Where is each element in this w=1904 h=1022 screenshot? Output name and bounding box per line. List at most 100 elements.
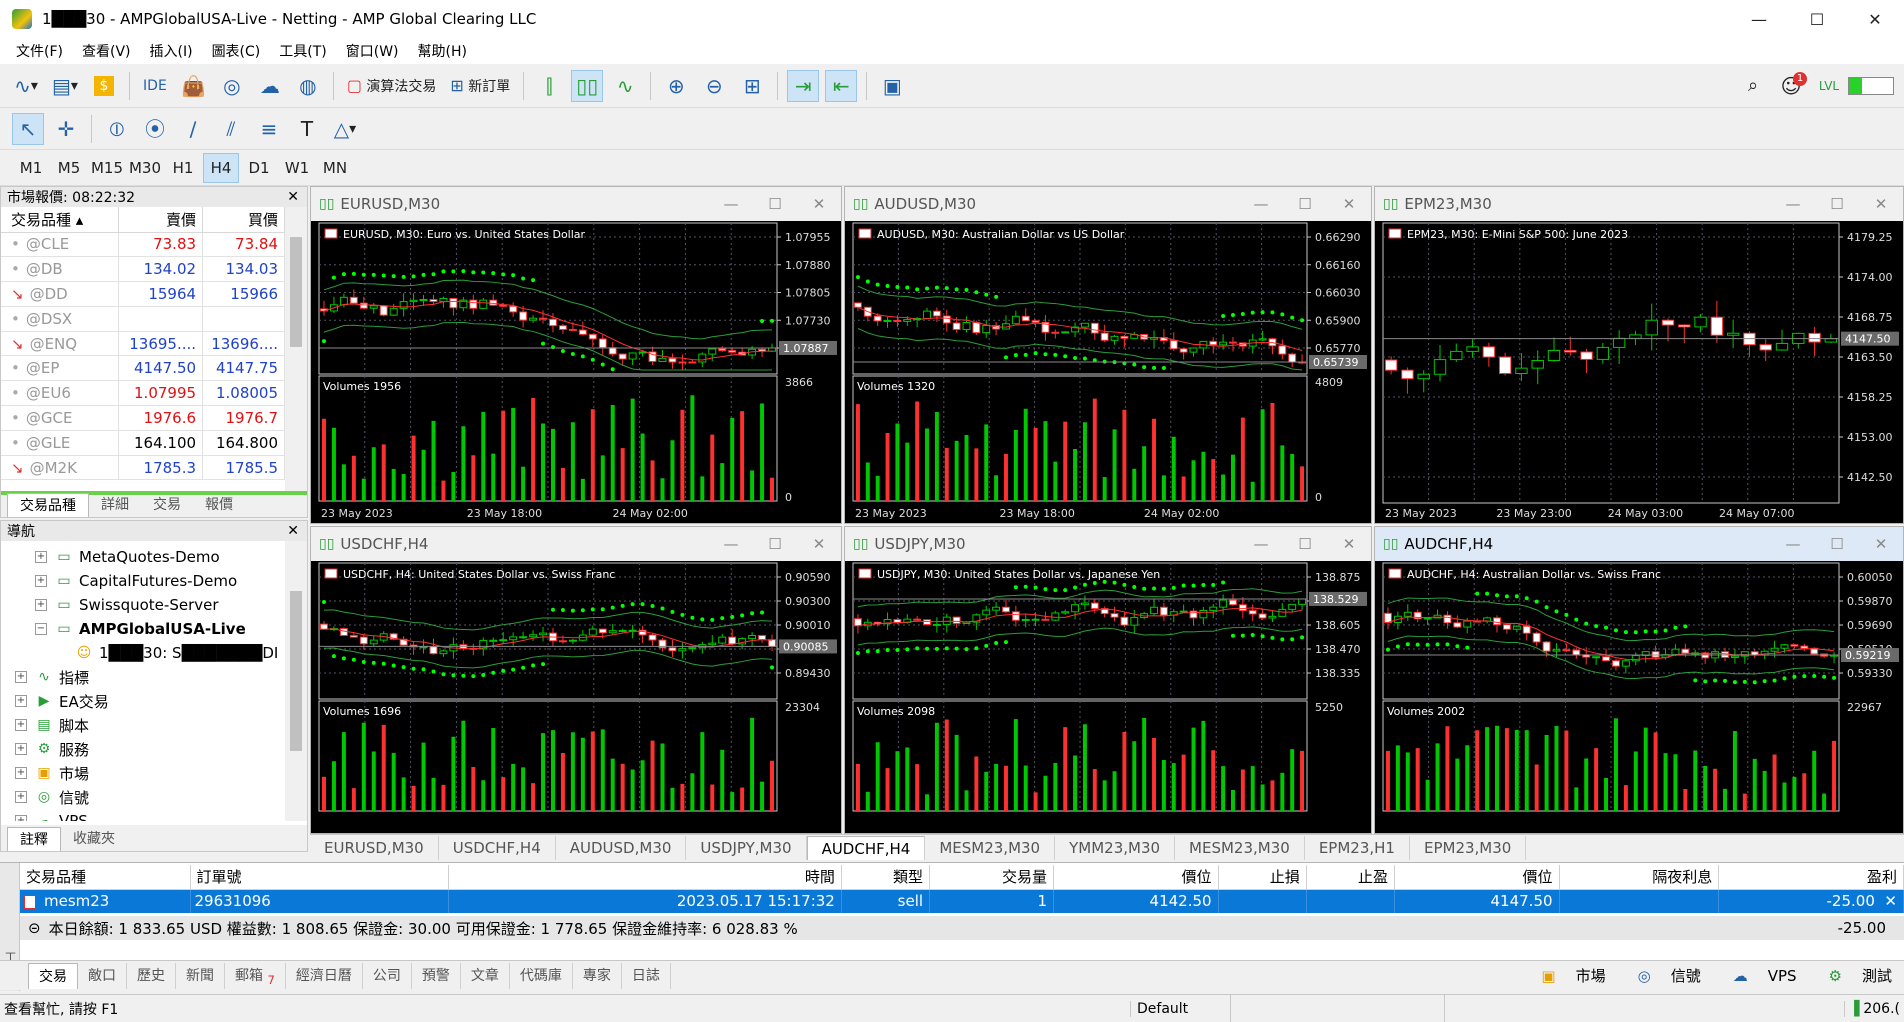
maximize-button[interactable]: ☐ bbox=[753, 195, 797, 213]
close-icon[interactable]: ✕ bbox=[287, 189, 299, 205]
price-chart[interactable]: 0.600500.598700.596900.595100.593300.592… bbox=[1375, 561, 1903, 833]
toolbox-tab[interactable]: 敵口 bbox=[78, 962, 127, 989]
trade-row[interactable]: mesm23 29631096 2023.05.17 15:17:32 sell… bbox=[20, 889, 1904, 913]
market-watch-row[interactable]: ↘ @ENQ 13695.... 13696.... bbox=[1, 331, 285, 357]
trade-sl[interactable] bbox=[1218, 889, 1307, 913]
new-order-button[interactable]: ⊞ 新訂單 bbox=[446, 70, 514, 102]
chart-window[interactable]: ▯▯ AUDUSD,M30 — ☐ ✕ 0.66290 0.66160 0.6603… bbox=[844, 186, 1372, 524]
menu-file[interactable]: 文件(F) bbox=[8, 41, 74, 61]
scrollbar-thumb[interactable] bbox=[290, 237, 302, 347]
chart-tab[interactable]: AUDUSD,M30 bbox=[556, 836, 687, 860]
expand-icon[interactable]: + bbox=[35, 575, 47, 587]
expand-icon[interactable]: + bbox=[15, 719, 27, 731]
close-button[interactable]: ✕ bbox=[1859, 535, 1903, 553]
expand-icon[interactable]: + bbox=[35, 551, 47, 563]
expand-icon[interactable]: + bbox=[15, 791, 27, 803]
toolbox-tab[interactable]: 經濟日曆 bbox=[286, 962, 363, 989]
navigator-item[interactable]: + ▣ 市場 bbox=[1, 761, 307, 785]
navigator-item[interactable]: + ∿ 指標 bbox=[1, 665, 307, 689]
close-button[interactable]: ✕ bbox=[1327, 535, 1371, 553]
timeframe-mn[interactable]: MN bbox=[317, 153, 353, 183]
tab-ticks[interactable]: 報價 bbox=[193, 493, 245, 517]
maximize-button[interactable]: ☐ bbox=[1283, 195, 1327, 213]
tile-windows-button[interactable]: ⊞ bbox=[736, 70, 768, 102]
zoom-out-button[interactable]: ⊖ bbox=[698, 70, 730, 102]
expand-icon[interactable]: + bbox=[15, 815, 27, 821]
chart-window[interactable]: ▯▯ EURUSD,M30 — ☐ ✕ 1.07955 1.07880 1.0780… bbox=[310, 186, 842, 524]
chart-tab[interactable]: MESM23,M30 bbox=[925, 836, 1056, 860]
trade-column-header[interactable]: 止損 bbox=[1218, 865, 1307, 890]
timeframe-m1[interactable]: M1 bbox=[13, 153, 49, 183]
toolbox-tab[interactable]: 預警 bbox=[412, 962, 461, 989]
close-button[interactable]: ✕ bbox=[797, 195, 841, 213]
trade-column-header[interactable]: 價位 bbox=[1394, 865, 1560, 890]
toolbox-tab[interactable]: 公司 bbox=[363, 962, 412, 989]
price-chart[interactable]: 1.079551.078801.078051.077301.076551.078… bbox=[311, 221, 841, 523]
shapes-tool[interactable]: △ ▾ bbox=[329, 113, 361, 145]
toolbox-tab[interactable]: 文章 bbox=[461, 962, 510, 989]
trade-column-header[interactable]: 價位 bbox=[1053, 865, 1219, 890]
account-button[interactable]: ☺ 1 bbox=[1775, 70, 1807, 102]
navigator-item[interactable]: + ◎ 信號 bbox=[1, 785, 307, 809]
market-watch-row[interactable]: • @EP 4147.50 4147.75 bbox=[1, 355, 285, 382]
toolbox-link[interactable]: ☁ VPS bbox=[1717, 967, 1797, 985]
navigator-item[interactable]: + ▭ MetaQuotes-Demo bbox=[1, 545, 307, 569]
candlestick-button[interactable]: ▯▯ bbox=[571, 69, 604, 102]
horizontal-line-tool[interactable]: ⦿ bbox=[139, 113, 171, 145]
chart-tab[interactable]: MESM23,M30 bbox=[1175, 836, 1305, 860]
zoom-in-button[interactable]: ⊕ bbox=[660, 70, 692, 102]
timeframe-m15[interactable]: M15 bbox=[89, 153, 125, 183]
chart-tab[interactable]: USDJPY,M30 bbox=[686, 836, 807, 860]
chart-shift-button[interactable]: ⇤ bbox=[825, 69, 858, 102]
close-button[interactable]: ✕ bbox=[1846, 0, 1904, 38]
minimize-button[interactable]: — bbox=[1239, 535, 1283, 553]
timeframe-h4[interactable]: H4 bbox=[203, 152, 239, 183]
tab-symbols[interactable]: 交易品種 bbox=[7, 493, 89, 517]
scrollbar-thumb[interactable] bbox=[290, 591, 302, 751]
toolbox-tab[interactable]: 郵箱 7 bbox=[225, 962, 286, 989]
trade-column-header[interactable]: 交易品種 bbox=[20, 865, 191, 890]
minimize-button[interactable]: — bbox=[1771, 535, 1815, 553]
trade-column-header[interactable]: 止盈 bbox=[1306, 865, 1396, 890]
chart-window[interactable]: ▯▯ EPM23,M30 — ☐ ✕ 4179.25 4174.00 4168.75… bbox=[1374, 186, 1904, 524]
trade-column-header[interactable]: 訂單號 bbox=[190, 865, 449, 890]
toolbox-link[interactable]: ▣ 市場 bbox=[1525, 965, 1605, 986]
shop-button[interactable]: 👜 bbox=[177, 70, 210, 102]
maximize-button[interactable]: ☐ bbox=[1815, 195, 1859, 213]
maximize-button[interactable]: ☐ bbox=[1788, 0, 1846, 38]
profiles-button[interactable]: ▤ ▾ bbox=[48, 70, 82, 102]
close-button[interactable]: ✕ bbox=[1327, 195, 1371, 213]
timeframe-d1[interactable]: D1 bbox=[241, 153, 277, 183]
close-button[interactable]: ✕ bbox=[797, 535, 841, 553]
community-button[interactable]: ◍ bbox=[292, 70, 324, 102]
toolbox-tab[interactable]: 交易 bbox=[28, 962, 78, 989]
navigator-item[interactable]: + ⚙ 服務 bbox=[1, 737, 307, 761]
market-watch-scrollbar[interactable] bbox=[285, 207, 307, 497]
market-watch-row[interactable]: • @DB 134.02 134.03 bbox=[1, 256, 285, 283]
expand-icon[interactable]: + bbox=[15, 743, 27, 755]
signals-button[interactable]: ◎ bbox=[216, 70, 248, 102]
maximize-button[interactable]: ☐ bbox=[1283, 535, 1327, 553]
expand-icon[interactable]: − bbox=[35, 623, 47, 635]
new-chart-button[interactable]: ∿ ▾ bbox=[10, 70, 42, 102]
market-watch-row[interactable]: • @CLE 73.83 73.84 bbox=[1, 232, 285, 258]
market-watch-row[interactable]: • @GLE 164.100 164.800 bbox=[1, 430, 285, 456]
menu-view[interactable]: 查看(V) bbox=[74, 41, 142, 61]
col-ask[interactable]: 買價 bbox=[202, 207, 285, 233]
col-bid[interactable]: 賣價 bbox=[118, 207, 204, 233]
search-button[interactable]: ⌕ bbox=[1737, 70, 1769, 102]
toolbox-tab[interactable]: 專家 bbox=[573, 962, 622, 989]
price-chart[interactable]: 138.875138.740138.605138.470138.335138.5… bbox=[845, 561, 1371, 833]
menu-help[interactable]: 幫助(H) bbox=[410, 41, 478, 61]
navigator-item[interactable]: + ☁ VPS bbox=[1, 809, 307, 821]
line-chart-button[interactable]: ∿ bbox=[609, 70, 641, 102]
menu-insert[interactable]: 插入(I) bbox=[142, 41, 204, 61]
timeframe-m5[interactable]: M5 bbox=[51, 153, 87, 183]
navigator-item[interactable]: + ▶ EA交易 bbox=[1, 689, 307, 713]
trade-column-header[interactable]: 交易量 bbox=[929, 865, 1055, 890]
tab-trading[interactable]: 交易 bbox=[141, 493, 193, 517]
algo-trading-button[interactable]: ▢ 演算法交易 bbox=[343, 70, 441, 102]
maximize-button[interactable]: ☐ bbox=[1815, 535, 1859, 553]
chart-tab[interactable]: EURUSD,M30 bbox=[310, 836, 439, 860]
toolbox-link[interactable]: ⚙ 測試 bbox=[1813, 965, 1892, 986]
